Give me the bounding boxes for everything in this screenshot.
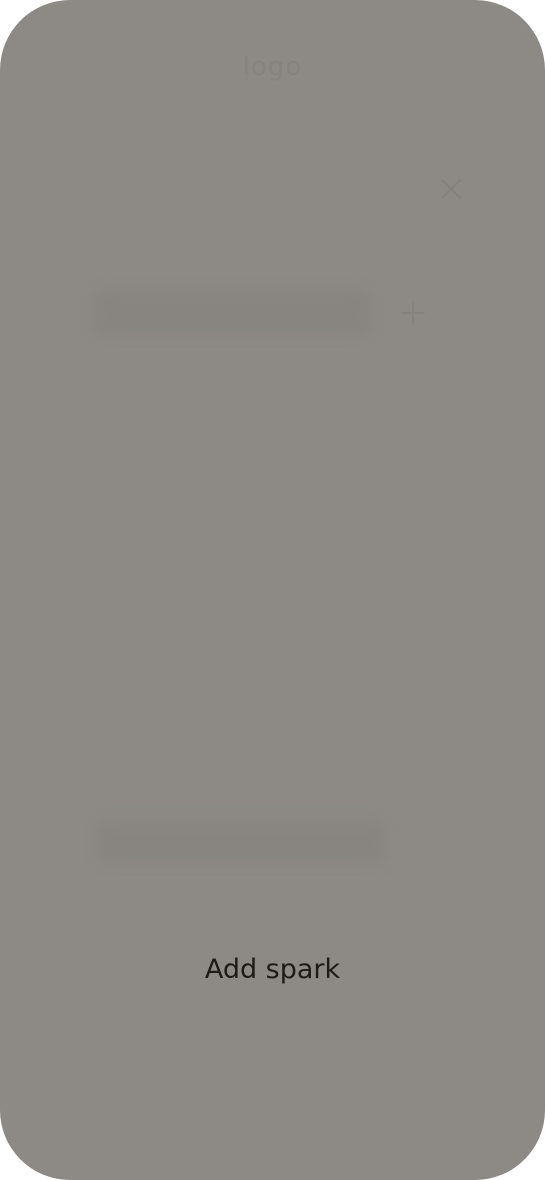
app-screen: logo Add spark bbox=[0, 0, 545, 1180]
faded-title-placeholder bbox=[92, 290, 372, 336]
plus-icon bbox=[401, 301, 425, 325]
add-button[interactable] bbox=[396, 296, 430, 330]
logo: logo bbox=[242, 52, 303, 82]
close-icon bbox=[441, 179, 461, 199]
faded-content-placeholder bbox=[96, 820, 386, 864]
close-button[interactable] bbox=[432, 170, 470, 208]
add-spark-button[interactable]: Add spark bbox=[0, 954, 545, 985]
